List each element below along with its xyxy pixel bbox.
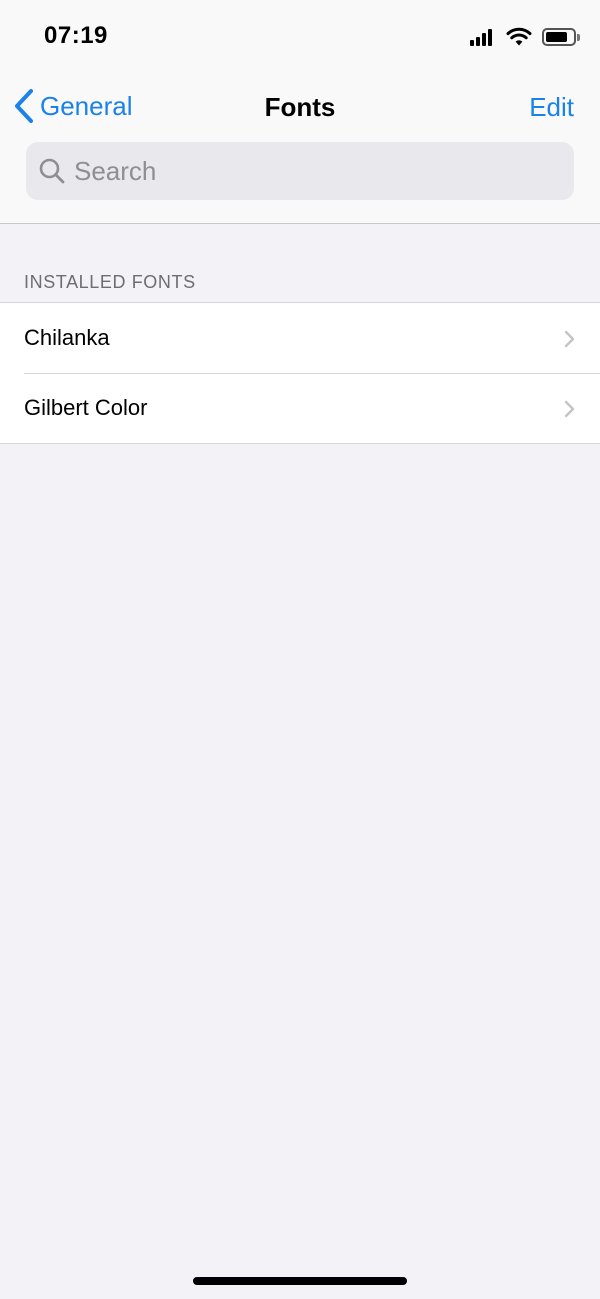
installed-fonts-header: INSTALLED FONTS [24,272,196,292]
battery-level [546,32,567,42]
home-indicator[interactable] [193,1277,407,1285]
installed-fonts-list: Chilanka Gilbert Color [0,302,600,444]
search-input[interactable] [74,155,534,187]
navigation-bar: General Fonts Edit [0,72,600,224]
font-name-label: Chilanka [24,325,110,350]
chevron-right-icon [564,330,575,348]
search-field[interactable] [26,142,574,200]
font-row-gilbert-color[interactable]: Gilbert Color [0,373,600,443]
font-row-chilanka[interactable]: Chilanka [0,303,600,373]
cellular-signal-icon [470,28,494,46]
font-name-label: Gilbert Color [24,395,148,420]
fonts-settings-screen: 07:19 General Fonts Edit Search INSTALLE… [0,0,600,1299]
chevron-right-icon [564,400,575,418]
battery-nub [577,34,580,41]
wifi-icon [506,27,532,46]
battery-icon [542,28,580,46]
search-icon [39,158,65,184]
edit-button[interactable]: Edit [529,92,574,123]
page-title: Fonts [264,92,336,122]
status-icons [470,26,580,48]
status-bar: 07:19 [0,0,600,72]
status-time: 07:19 [44,22,108,49]
